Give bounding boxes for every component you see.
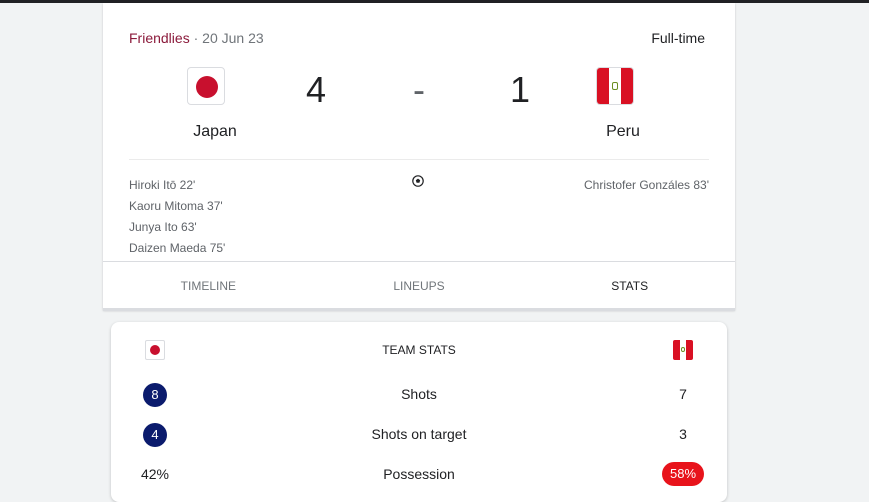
match-tabs: TIMELINE LINEUPS STATS	[103, 261, 735, 311]
scorer-item: Daizen Maeda 75'	[129, 241, 226, 255]
team-stats-title: TEAM STATS	[382, 343, 456, 357]
stat-label: Shots on target	[371, 426, 467, 442]
meta-separator: ·	[193, 30, 199, 46]
stat-row-possession: 42% Possession 58%	[111, 459, 727, 489]
scorer-item: Christofer Gonzáles 83'	[583, 178, 709, 192]
team-stats-card: TEAM STATS 8 Shots 7 4 Shots on target 3…	[111, 322, 727, 502]
tab-stats[interactable]: STATS	[524, 262, 735, 311]
home-team-name[interactable]: Japan	[155, 123, 275, 141]
away-team-name[interactable]: Peru	[563, 123, 683, 141]
stat-row-shots: 8 Shots 7	[111, 379, 727, 409]
japan-flag-icon[interactable]	[187, 67, 225, 105]
away-scorers: Christofer Gonzáles 83'	[584, 175, 709, 196]
stat-label: Shots	[401, 386, 437, 402]
away-score: 1	[510, 69, 531, 110]
match-card: Friendlies · 20 Jun 23 Full-time Japan P…	[103, 3, 735, 311]
divider	[129, 159, 709, 160]
scorer-item: Hiroki Itō 22'	[129, 178, 196, 192]
stat-row-shots-on-target: 4 Shots on target 3	[111, 419, 727, 449]
stat-label: Possession	[383, 466, 455, 482]
stat-away-value: 7	[679, 386, 687, 402]
scorer-item: Kaoru Mitoma 37'	[129, 199, 223, 213]
stat-away-value: 3	[679, 426, 687, 442]
highlight-badge: 58%	[662, 462, 704, 486]
scorer-item: Junya Ito 63'	[129, 220, 197, 234]
competition-link[interactable]: Friendlies	[129, 30, 190, 46]
peru-flag-icon[interactable]	[596, 67, 634, 105]
tab-timeline[interactable]: TIMELINE	[103, 262, 314, 311]
peru-flag-icon	[673, 340, 693, 360]
match-date: 20 Jun 23	[202, 30, 264, 46]
match-meta: Friendlies · 20 Jun 23	[129, 30, 264, 46]
score-dash: -	[413, 69, 425, 110]
home-score: 4	[306, 69, 327, 110]
match-status: Full-time	[651, 30, 705, 46]
tabs-underline	[103, 308, 735, 311]
home-scorers: Hiroki Itō 22' Kaoru Mitoma 37' Junya It…	[129, 175, 225, 259]
tab-lineups[interactable]: LINEUPS	[314, 262, 525, 311]
soccer-ball-icon	[412, 175, 424, 187]
